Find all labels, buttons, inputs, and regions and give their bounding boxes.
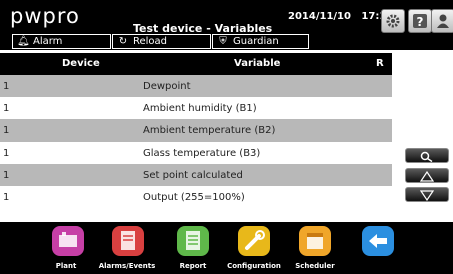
- cell-variable: Ambient temperature (B2): [143, 125, 276, 137]
- search-icon: [420, 151, 433, 162]
- plant-button[interactable]: [52, 226, 84, 256]
- report-button[interactable]: [177, 226, 209, 256]
- scroll-down-button[interactable]: [405, 187, 449, 202]
- cell-variable: Dewpoint: [143, 81, 191, 92]
- triangle-down-icon: [420, 190, 434, 201]
- back-button[interactable]: [362, 226, 394, 256]
- report-icon: [186, 231, 200, 250]
- wrench-icon: [245, 230, 265, 250]
- guardian-label: Guardian: [233, 36, 279, 47]
- table-row[interactable]: 1 Set point calculated: [0, 163, 392, 186]
- settings-button[interactable]: [381, 9, 405, 33]
- scheduler-label: Scheduler: [295, 262, 335, 270]
- alarms-events-button[interactable]: [112, 226, 144, 256]
- table-row[interactable]: 1 Ambient humidity (B1): [0, 97, 392, 119]
- alarm-button[interactable]: 🔔︎ Alarm: [12, 34, 111, 49]
- reload-label: Reload: [133, 36, 168, 47]
- reload-button[interactable]: ↻ Reload: [112, 34, 211, 49]
- date-text: 2014/11/10: [288, 11, 351, 22]
- cell-device: 1: [3, 81, 10, 92]
- cell-device: 1: [3, 103, 10, 115]
- column-header-r: R: [376, 58, 384, 69]
- scroll-up-button[interactable]: [405, 168, 449, 183]
- scheduler-button[interactable]: [299, 226, 331, 256]
- datetime: 2014/11/10 17:12: [288, 11, 393, 22]
- app-logo: pwpro: [10, 4, 80, 28]
- cell-device: 1: [3, 169, 10, 181]
- table-row[interactable]: 1 Output (255=100%): [0, 186, 392, 208]
- report-label: Report: [179, 262, 207, 270]
- cell-variable: Ambient humidity (B1): [143, 103, 257, 115]
- plant-label: Plant: [55, 262, 77, 270]
- top-bar: pwpro Test device - Variables 2014/11/10…: [0, 0, 453, 50]
- alarm-label: Alarm: [33, 36, 63, 47]
- refresh-icon: ↻: [118, 36, 128, 47]
- cell-variable: Glass temperature (B3): [143, 147, 261, 159]
- configuration-label: Configuration: [227, 262, 281, 270]
- shield-icon: ⛨: [219, 36, 227, 47]
- table-row[interactable]: 1 Dewpoint: [0, 75, 392, 98]
- cell-variable: Set point calculated: [143, 169, 243, 181]
- user-button[interactable]: [431, 9, 453, 33]
- table-row[interactable]: 1 Glass temperature (B3): [0, 142, 392, 164]
- guardian-button[interactable]: ⛨ Guardian: [212, 34, 309, 49]
- help-button[interactable]: ?: [408, 9, 432, 33]
- alarm-document-icon: [121, 231, 135, 250]
- cell-device: 1: [3, 191, 10, 203]
- column-header-device: Device: [62, 58, 100, 69]
- back-arrow-icon: [369, 234, 387, 248]
- svg-text:?: ?: [417, 15, 424, 29]
- bottom-nav: Plant Alarms/Events Report Configuration…: [0, 222, 453, 274]
- gear-icon: [386, 14, 400, 28]
- column-header-variable: Variable: [234, 58, 281, 69]
- bell-icon: 🔔︎: [17, 36, 30, 47]
- plant-icon: [59, 232, 77, 247]
- alarms-events-label: Alarms/Events: [98, 262, 156, 270]
- triangle-up-icon: [420, 171, 434, 182]
- configuration-button[interactable]: [238, 226, 270, 256]
- cell-device: 1: [3, 147, 10, 159]
- table-row[interactable]: 1 Ambient temperature (B2): [0, 119, 392, 142]
- calendar-icon: [307, 233, 323, 249]
- table-header: Device Variable R: [0, 53, 392, 75]
- search-button[interactable]: [405, 148, 449, 163]
- variables-table: Device Variable R 1 Dewpoint 1 Ambient h…: [0, 53, 392, 208]
- cell-variable: Output (255=100%): [143, 191, 245, 203]
- user-icon: [437, 14, 449, 28]
- help-icon: ?: [413, 14, 427, 29]
- cell-device: 1: [3, 125, 10, 137]
